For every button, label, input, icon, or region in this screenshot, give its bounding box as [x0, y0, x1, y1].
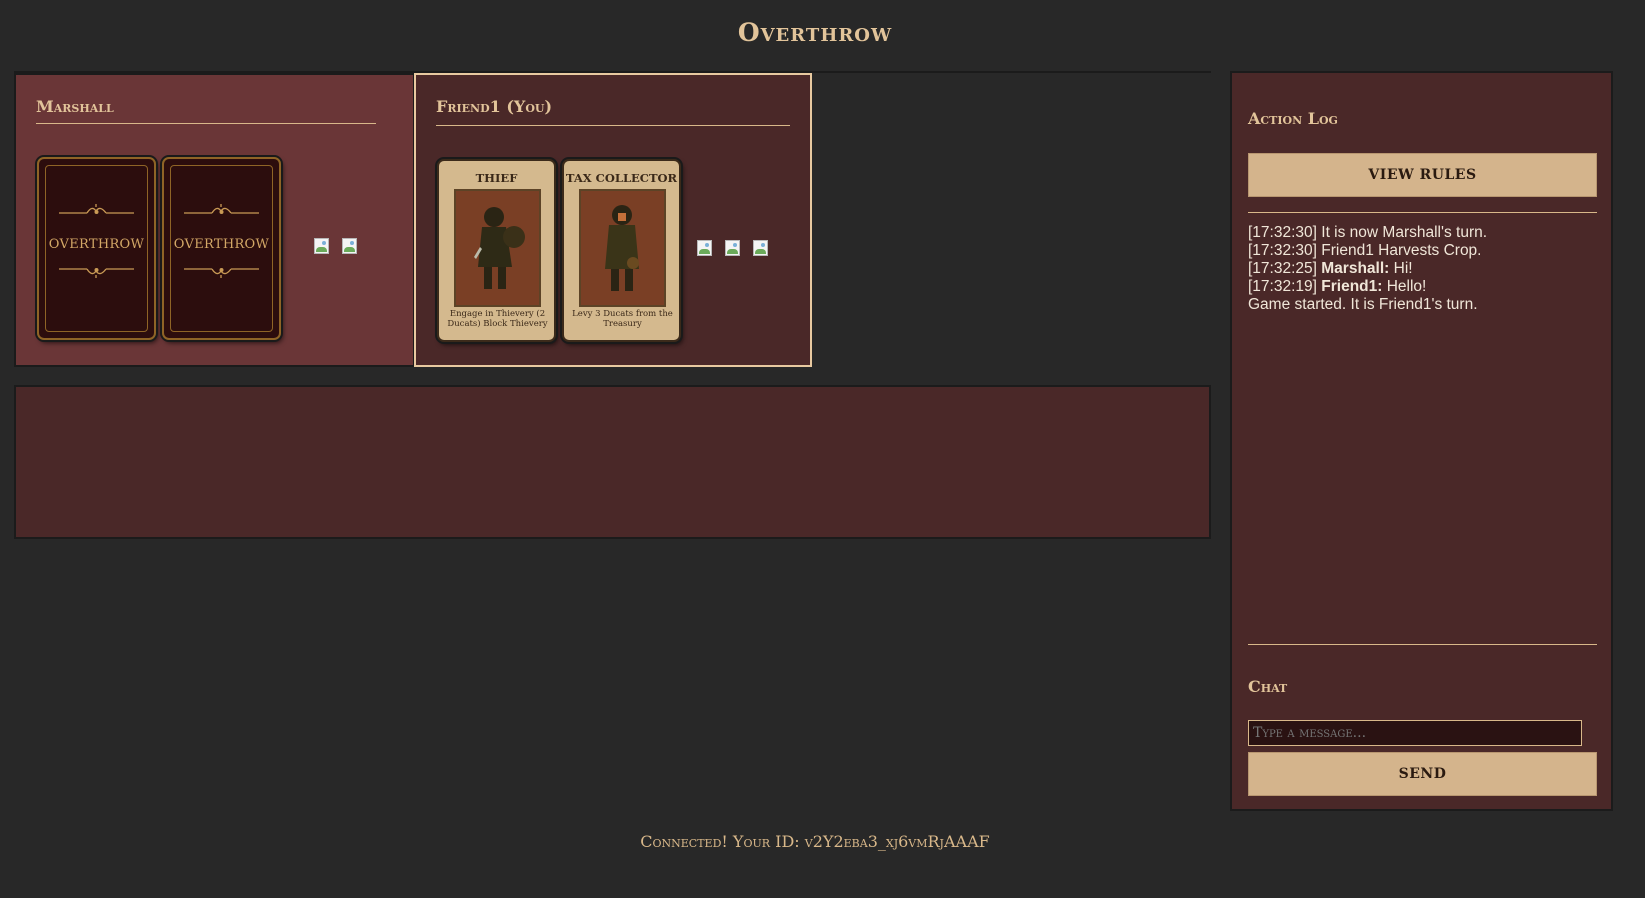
send-button[interactable]: SEND	[1248, 752, 1597, 796]
action-log: [17:32:30] It is now Marshall's turn. [1…	[1248, 224, 1598, 314]
influence-card-tax-collector[interactable]: TAX COLLECTOR Levy 3 Ducats from the Tre…	[562, 159, 681, 342]
influence-card-thief[interactable]: THIEF Engage in Thievery (2 Ducats) Bloc…	[437, 159, 556, 342]
log-entry: [17:32:19] Friend1: Hello!	[1248, 278, 1427, 295]
log-entry: Game started. It is Friend1's turn.	[1248, 296, 1478, 313]
log-entry: [17:32:30] It is now Marshall's turn.	[1248, 224, 1488, 241]
coin-icon	[342, 238, 357, 254]
coin-icon	[314, 238, 329, 254]
log-entry: [17:32:30] Friend1 Harvests Crop.	[1248, 242, 1482, 259]
game-title: Overthrow	[737, 18, 893, 47]
divider	[1248, 644, 1597, 645]
connection-status: Connected! Your ID: v2Y2eba3_xj6vmRjAAAF	[640, 832, 990, 851]
card-back-label: OVERTHROW	[173, 237, 270, 252]
ornament-icon	[184, 268, 259, 278]
divider	[36, 123, 376, 124]
opponent-panel: Marshall OVERTHROW OVERTHROW	[14, 73, 415, 367]
view-rules-button[interactable]: VIEW RULES	[1248, 153, 1597, 197]
coin-icon	[697, 240, 712, 256]
card-back-label: OVERTHROW	[48, 237, 145, 252]
ornament-icon	[59, 268, 134, 278]
opponent-card-back: OVERTHROW	[37, 157, 156, 340]
card-name: THIEF	[475, 171, 518, 185]
opponent-card-back: OVERTHROW	[162, 157, 281, 340]
divider	[436, 125, 790, 126]
coin-icon	[753, 240, 768, 256]
self-panel: Friend1 (You) THIEF Engage in Thievery (…	[414, 73, 812, 367]
player-board: Marshall OVERTHROW OVERTHROW Friend1 (Yo…	[14, 71, 1211, 367]
divider	[1248, 212, 1597, 213]
action-log-heading: Action Log	[1248, 109, 1338, 128]
card-ability: Levy 3 Ducats from the Treasury	[572, 309, 673, 329]
card-name: TAX COLLECTOR	[565, 171, 678, 185]
self-name: Friend1 (You)	[436, 97, 553, 116]
chat-heading: Chat	[1248, 677, 1288, 696]
log-entry: [17:32:25] Marshall: Hi!	[1248, 260, 1413, 277]
thief-portrait	[454, 189, 541, 307]
sidebar: Action Log VIEW RULES [17:32:30] It is n…	[1230, 71, 1613, 811]
opponent-name: Marshall	[36, 97, 114, 116]
chat-input[interactable]	[1248, 720, 1582, 746]
ornament-icon	[184, 204, 259, 214]
card-ability: Engage in Thievery (2 Ducats) Block Thie…	[447, 309, 548, 329]
coin-icon	[725, 240, 740, 256]
action-panel	[14, 385, 1211, 539]
tax-collector-portrait	[579, 189, 666, 307]
ornament-icon	[59, 204, 134, 214]
